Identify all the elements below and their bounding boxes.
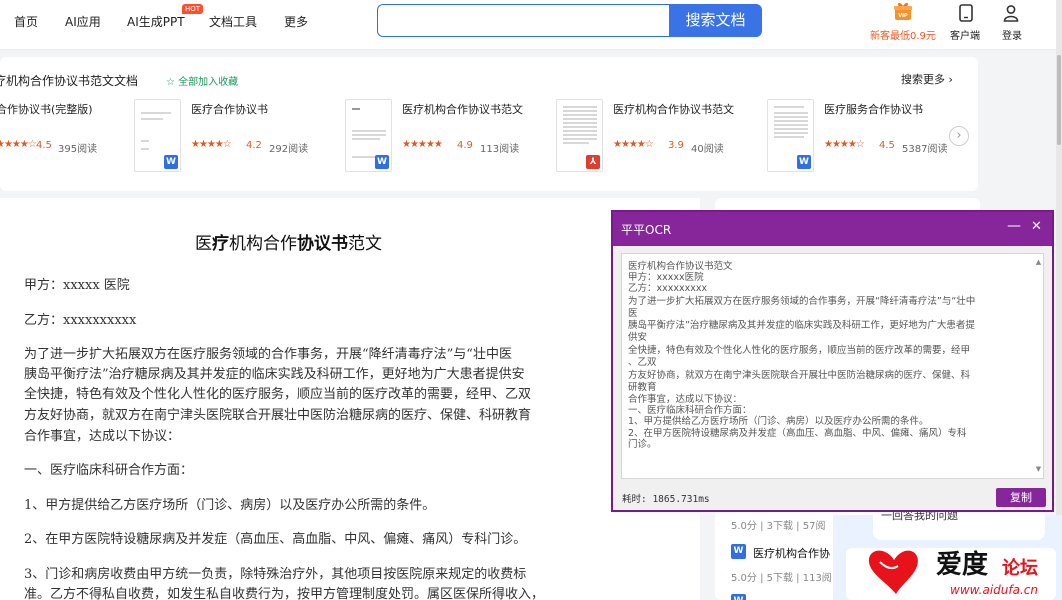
word-file-icon: W (164, 155, 178, 169)
ocr-scrollbar[interactable]: ▲ ▼ (1033, 255, 1043, 478)
doc-thumbnail[interactable]: ⅄ (556, 99, 603, 172)
doc-paragraph: 3、门诊和病房收费由甲方统一负责，除特殊治疗外，其他项目按医院原来规定的收费标 (24, 567, 527, 582)
doc-paragraph: 全快捷，特色有效及个性化人性化的医疗服务，顺应当前的医疗改革的需要，经甲、乙双 (24, 387, 532, 402)
sidebar-doc-title[interactable]: 医疗机构合作协 (753, 545, 830, 561)
star-rating-icon: ★★★★☆ (0, 139, 37, 150)
vip-gift-icon[interactable]: VIP (893, 1, 913, 21)
ocr-line: 乙方：xxxxxxxxx (628, 283, 708, 294)
doc-paragraph: 一、医疗临床科研合作方面： (24, 463, 194, 478)
read-count: 292阅读 (269, 144, 309, 155)
doc-paragraph: 为了进一步扩大拓展双方在医疗服务领域的合作事务，开展“降纤清毒疗法”与“壮中医 (24, 347, 512, 362)
star-rating-icon: ★★★★☆ (613, 139, 654, 150)
doc-meta: 5.0分 | 5下载 | 113阅 (731, 573, 832, 584)
ocr-line: 为了进一步扩大拓展双方在医疗服务领域的合作事务，开展“降纤清毒疗法”与“壮中 (628, 296, 976, 307)
rating-value: 4.9 (457, 140, 473, 151)
doc-paragraph: 胰岛平衡疗法”治疗糖尿病及其并发症的临床实践及科研工作，更好地为广大患者提供安 (24, 367, 525, 382)
doc-paragraph: 合作事宜，达成以下协议： (24, 429, 181, 444)
close-icon[interactable]: ✕ (1031, 219, 1042, 234)
watermark-forum: 论坛 (1002, 557, 1038, 579)
vip-promo-label[interactable]: 新客最低0.9元 (870, 27, 936, 42)
add-all-favorites[interactable]: ☆ 全部加入收藏 (166, 73, 238, 88)
search-more-link[interactable]: 搜索更多 › (901, 71, 953, 87)
top-navbar: 首页 AI应用 AI生成PPT HOT 文档工具 更多 搜索文档 VIP 新客最… (0, 0, 1062, 50)
ocr-line: 方友好协商，就双方在南宁津头医院联合开展壮中医防治糖尿病的医疗、保健、科 (628, 370, 971, 381)
carousel-next-button[interactable]: › (949, 126, 969, 146)
doc-meta: 5.0分 | 3下载 | 57阅 (731, 521, 826, 532)
rating-value: 4.5 (879, 140, 895, 151)
vip-badge-text: VIP (898, 13, 908, 19)
star-rating-icon: ★★★★☆ (824, 139, 865, 150)
login-label[interactable]: 登录 (1002, 27, 1022, 42)
hot-badge: HOT (182, 4, 204, 14)
search-button[interactable]: 搜索文档 (669, 4, 762, 37)
ocr-line: 2、在甲方医院特设糖尿病及并发症（高血压、高血脂、中风、偏瘫、痛风）专科 (628, 428, 967, 439)
nav-home[interactable]: 首页 (14, 13, 38, 30)
ocr-window: 平平OCR — ✕ 医疗机构合作协议书范文 甲方：xxxxx医院 乙方：xxxx… (611, 210, 1054, 512)
ocr-line: 供安 (628, 332, 648, 343)
document-body: 医疗机构合作协议书范文 甲方：xxxxx 医院 乙方：xxxxxxxxxx 为了… (0, 198, 700, 600)
doc-paragraph: 甲方：xxxxx 医院 (24, 278, 130, 293)
word-file-icon: W (797, 155, 811, 169)
rating-value: 4.5 (36, 140, 52, 151)
rating-value: 3.9 (668, 140, 684, 151)
user-icon[interactable] (1003, 4, 1019, 22)
doc-paragraph: 2、在甲方医院特设糖尿病及并发症（高血压、高血脂、中风、偏瘫、痛风）专科门诊。 (24, 532, 527, 547)
related-card-name[interactable]: 合作协议书(完整版) (0, 101, 93, 117)
star-rating-icon: ★★★★★ (402, 139, 443, 150)
doc-thumbnail[interactable]: W (345, 99, 392, 172)
page-scrollbar-thumb[interactable] (1057, 55, 1061, 145)
scroll-up-icon[interactable]: ▲ (1033, 258, 1043, 266)
related-card-name[interactable]: 医疗机构合作协议书范文 (613, 101, 734, 117)
minimize-icon[interactable]: — (1007, 218, 1021, 234)
ocr-line: 、乙双 (628, 357, 657, 368)
aidufa-watermark-logo: 爱度 论坛 www.aidufa.cn (868, 549, 1038, 597)
word-file-icon: W (731, 544, 746, 559)
doc-thumbnail[interactable]: W (767, 99, 814, 172)
related-card-name[interactable]: 医疗服务合作协议书 (824, 101, 923, 117)
ocr-line: 全快捷，特色有效及个性化人性化的医疗服务，顺应当前的医疗改革的需要，经甲 (628, 345, 971, 356)
ocr-result-textarea[interactable]: 医疗机构合作协议书范文 甲方：xxxxx医院 乙方：xxxxxxxxx 为了进一… (621, 253, 1044, 479)
doc-paragraph: 方友好协商，就双方在南宁津头医院联合开展壮中医防治糖尿病的医疗、保健、科研教育 (24, 408, 532, 423)
read-count: 395阅读 (58, 144, 98, 155)
elapsed-time: 耗时: 1865.731ms (622, 494, 710, 505)
copy-button[interactable]: 复制 (996, 488, 1046, 507)
nav-doc-tools[interactable]: 文档工具 (209, 13, 257, 30)
nav-more[interactable]: 更多 (284, 13, 308, 30)
related-card-name[interactable]: 医疗合作协议书 (191, 101, 268, 117)
tablet-icon[interactable] (958, 4, 974, 22)
doc-paragraph: 准。乙方不得私自收费，如发生私自收费行为，按甲方管理制度处罚。属区医保所得收入， (24, 587, 545, 600)
ocr-line: 胰岛平衡疗法”治疗糖尿病及其并发症的临床实践及科研工作，更好地为广大患者提 (628, 320, 975, 331)
star-rating-icon: ★★★★☆ (191, 139, 232, 150)
search-input[interactable] (377, 4, 669, 37)
pdf-file-icon: ⅄ (586, 155, 600, 169)
rating-value: 4.2 (246, 140, 262, 151)
read-count: 113阅读 (480, 144, 520, 155)
nav-ai-ppt[interactable]: AI生成PPT (127, 13, 185, 30)
ocr-line: 门诊。 (628, 439, 657, 450)
read-count: 40阅读 (691, 144, 724, 155)
client-label[interactable]: 客户端 (950, 27, 980, 42)
watermark-brand: 爱度 (936, 549, 988, 580)
watermark-url: www.aidufa.cn (950, 583, 1038, 597)
related-docs-panel: 疗机构合作协议书范文文档 ☆ 全部加入收藏 搜索更多 › 合作协议书(完整版) … (0, 57, 978, 191)
doc-thumbnail[interactable]: W (134, 99, 181, 172)
related-title: 疗机构合作协议书范文文档 (0, 74, 139, 88)
word-file-icon: W (731, 594, 746, 600)
ocr-window-title: 平平OCR (621, 223, 672, 237)
doc-paragraph: 1、甲方提供给乙方医疗场所（门诊、病房）以及医疗办公所需的条件。 (24, 498, 436, 513)
nav-ai-apps[interactable]: AI应用 (65, 13, 101, 30)
doc-paragraph: 乙方：xxxxxxxxxx (24, 313, 137, 328)
ocr-titlebar[interactable]: 平平OCR — ✕ (613, 212, 1052, 246)
read-count: 5387阅读 (902, 144, 948, 155)
word-file-icon: W (375, 155, 389, 169)
scroll-down-icon[interactable]: ▼ (1033, 465, 1043, 473)
related-card-name[interactable]: 医疗机构合作协议书范文 (402, 101, 523, 117)
document-title: 医疗机构合作协议书范文 (195, 234, 382, 254)
